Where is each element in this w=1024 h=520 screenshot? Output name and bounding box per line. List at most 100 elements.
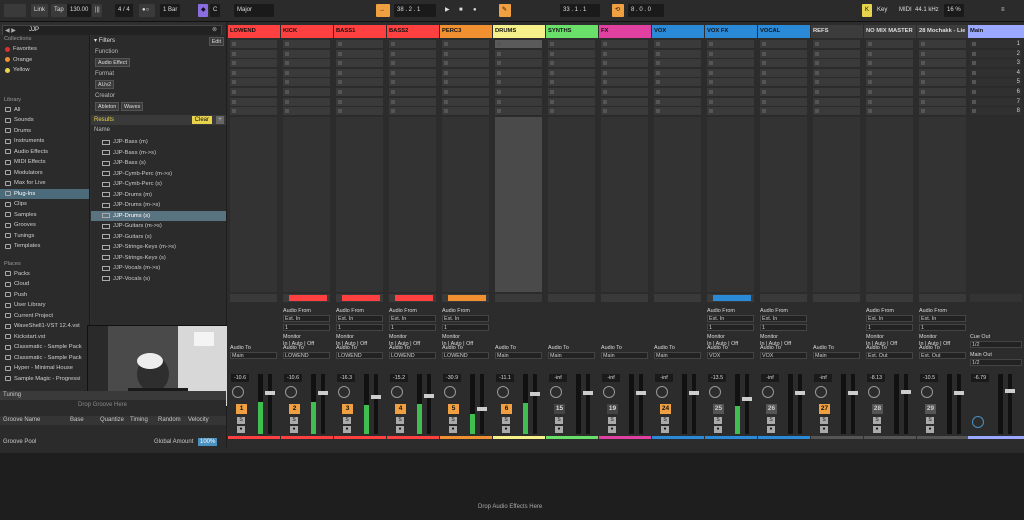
arm-button[interactable]: ● — [449, 426, 457, 433]
clip-slot[interactable] — [601, 49, 648, 59]
place-item[interactable]: Current Project — [0, 311, 89, 322]
result-item[interactable]: JJP-Bass (m) — [91, 137, 226, 148]
audio-from-select[interactable]: Ext. In — [336, 315, 383, 322]
clip-slot[interactable] — [283, 97, 330, 107]
track-activator[interactable]: 5 — [448, 404, 459, 414]
result-item[interactable]: JJP-Bass (m->s) — [91, 148, 226, 159]
audio-to-select[interactable]: Ext. Out — [919, 352, 966, 359]
nav-back-icon[interactable]: ◀ ▶ — [5, 27, 16, 34]
send-knob[interactable] — [285, 386, 297, 398]
clip-stop-button[interactable] — [813, 294, 860, 302]
track-activator[interactable]: 2 — [289, 404, 300, 414]
arm-button[interactable]: ● — [502, 426, 510, 433]
result-item[interactable]: JJP-Drums (s) — [91, 210, 226, 221]
send-knob[interactable] — [603, 386, 615, 398]
sidebar-item-samples[interactable]: Samples — [0, 210, 89, 221]
clip-slot[interactable] — [442, 68, 489, 78]
clip-slot[interactable] — [336, 40, 383, 49]
clip-slot[interactable] — [389, 68, 436, 78]
clip-stop-button[interactable] — [707, 294, 754, 302]
clip-slot[interactable] — [654, 40, 701, 49]
audio-from-select[interactable]: Ext. In — [707, 315, 754, 322]
clip-slot[interactable] — [548, 107, 595, 117]
clip-slot[interactable] — [230, 78, 277, 88]
volume-value[interactable]: -inf — [814, 374, 832, 382]
place-item[interactable]: Kickstart.vst — [0, 332, 89, 343]
audio-to-select[interactable]: Main — [495, 352, 542, 359]
volume-fader[interactable] — [268, 374, 272, 434]
clip-slot[interactable] — [336, 49, 383, 59]
track-header[interactable]: VOX FX — [705, 25, 757, 38]
fader-cap[interactable] — [265, 390, 275, 395]
send-knob[interactable] — [709, 386, 721, 398]
clip-slot[interactable] — [601, 107, 648, 117]
clip-slot[interactable] — [601, 78, 648, 88]
volume-fader[interactable] — [427, 374, 431, 434]
scene-launch[interactable]: 8 — [970, 107, 1022, 117]
solo-button[interactable]: S — [820, 417, 828, 424]
creator-chip-ableton[interactable]: Ableton — [95, 102, 120, 111]
input-channel-select[interactable]: 1 — [760, 324, 807, 331]
arm-button[interactable]: ● — [926, 426, 934, 433]
place-item[interactable]: Packs — [0, 269, 89, 280]
clip-slot[interactable] — [866, 78, 913, 88]
clip-slot[interactable] — [230, 68, 277, 78]
clip-slot[interactable] — [336, 88, 383, 97]
fader-cap[interactable] — [583, 390, 593, 395]
main-out-select[interactable]: 1/2 — [970, 359, 1022, 366]
clip-slot[interactable] — [919, 59, 966, 69]
send-knob[interactable] — [391, 386, 403, 398]
clip-stop-button[interactable] — [336, 294, 383, 302]
solo-button[interactable]: S — [661, 417, 669, 424]
sidebar-item-grooves[interactable]: Grooves — [0, 220, 89, 231]
collection-item[interactable]: Favorites — [0, 44, 89, 55]
clip-slot[interactable] — [230, 88, 277, 97]
clip-slot[interactable] — [230, 59, 277, 69]
fader-cap[interactable] — [689, 390, 699, 395]
audio-to-select[interactable]: LOWEND — [442, 352, 489, 359]
clip-slot[interactable] — [548, 49, 595, 59]
send-knob[interactable] — [444, 386, 456, 398]
clip-slot[interactable] — [495, 88, 542, 97]
solo-button[interactable]: S — [396, 417, 404, 424]
scene-launch[interactable]: 3 — [970, 59, 1022, 69]
fader-cap[interactable] — [1005, 389, 1015, 393]
filters-toggle[interactable]: ▾ Filters — [94, 37, 115, 44]
close-icon[interactable]: ⊗ — [212, 26, 217, 33]
clip-slot[interactable] — [654, 59, 701, 69]
clip-slot[interactable] — [336, 107, 383, 117]
clip-slot[interactable] — [389, 97, 436, 107]
sidebar-item-midi-effects[interactable]: MIDI Effects — [0, 157, 89, 168]
place-item[interactable]: Push — [0, 290, 89, 301]
clip-slot[interactable] — [442, 49, 489, 59]
clip-stop-button[interactable] — [230, 294, 277, 302]
function-chip[interactable]: Audio Effect — [95, 58, 130, 67]
collection-item[interactable]: Yellow — [0, 65, 89, 76]
clip-slot[interactable] — [919, 97, 966, 107]
key-map-icon[interactable]: K — [862, 4, 872, 17]
clip-slot[interactable] — [548, 78, 595, 88]
clip-slot[interactable] — [707, 88, 754, 97]
clip-slot[interactable] — [283, 78, 330, 88]
volume-value[interactable]: -6.79 — [971, 374, 989, 382]
cue-out-select[interactable]: 1/2 — [970, 341, 1022, 348]
audio-to-select[interactable]: LOWEND — [336, 352, 383, 359]
scene-launch[interactable]: 7 — [970, 97, 1022, 107]
place-item[interactable]: Classmatic - Sample Pack — [0, 342, 89, 353]
volume-value[interactable]: -8.13 — [867, 374, 885, 382]
clip-slot[interactable] — [707, 78, 754, 88]
send-knob[interactable] — [656, 386, 668, 398]
clip-slot[interactable] — [548, 59, 595, 69]
sidebar-item-plug-ins[interactable]: Plug-Ins — [0, 188, 89, 199]
groove-column-header[interactable]: Timing — [130, 417, 148, 423]
song-position[interactable]: 38 . 2 . 1 — [394, 4, 436, 17]
clip-slot[interactable] — [866, 97, 913, 107]
send-knob[interactable] — [815, 386, 827, 398]
groove-column-header[interactable]: Base — [70, 417, 84, 423]
clip-slot[interactable] — [707, 59, 754, 69]
track-header[interactable]: KICK — [281, 25, 333, 38]
track-header[interactable]: SYNTHS — [546, 25, 598, 38]
clip-stop-button[interactable] — [919, 294, 966, 302]
volume-value[interactable]: -15.2 — [390, 374, 408, 382]
fader-cap[interactable] — [477, 407, 487, 411]
